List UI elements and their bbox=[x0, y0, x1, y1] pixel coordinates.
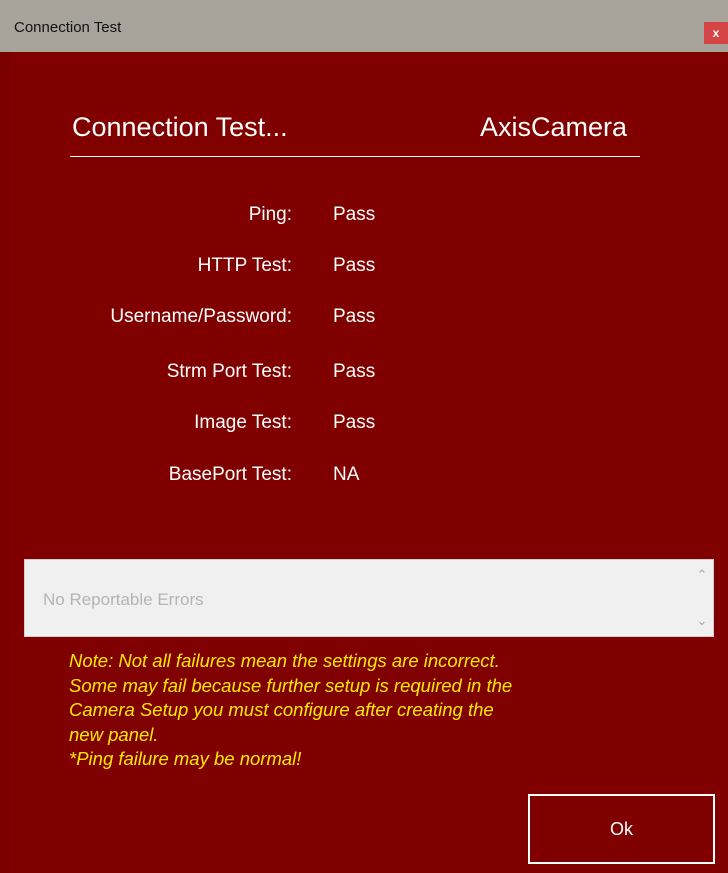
test-label-image: Image Test: bbox=[194, 412, 292, 433]
test-label-credentials: Username/Password: bbox=[110, 306, 292, 327]
test-label-ping: Ping: bbox=[248, 204, 292, 225]
dialog-body: Connection Test... AxisCamera Ping: Pass… bbox=[10, 52, 728, 873]
test-result-http: Pass bbox=[333, 255, 376, 276]
header-title: Connection Test... bbox=[72, 112, 288, 142]
error-message: No Reportable Errors bbox=[43, 590, 204, 609]
note-line: Camera Setup you must configure after cr… bbox=[69, 699, 494, 720]
ok-button[interactable]: Ok bbox=[528, 794, 715, 864]
note-line: Note: Not all failures mean the settings… bbox=[69, 650, 500, 671]
test-label-stream-port: Strm Port Test: bbox=[166, 361, 292, 382]
test-label-baseport: BasePort Test: bbox=[168, 464, 292, 485]
error-text-area[interactable]: No Reportable Errors ⌃ ⌄ bbox=[24, 559, 714, 637]
close-button[interactable]: x bbox=[704, 22, 728, 44]
note-line: Some may fail because further setup is r… bbox=[69, 674, 513, 696]
test-result-ping: Pass bbox=[333, 204, 376, 225]
test-label-http: HTTP Test: bbox=[197, 255, 292, 276]
test-result-baseport: NA bbox=[333, 464, 360, 485]
test-result-image: Pass bbox=[333, 412, 376, 433]
note-text: Note: Not all failures mean the settings… bbox=[69, 649, 629, 772]
scroll-up-icon[interactable]: ⌃ bbox=[695, 568, 709, 582]
note-line: new panel. bbox=[69, 723, 159, 745]
note-line: *Ping failure may be normal! bbox=[69, 748, 302, 769]
scroll-down-icon[interactable]: ⌄ bbox=[695, 614, 709, 628]
device-name: AxisCamera bbox=[480, 112, 628, 142]
window-title: Connection Test bbox=[14, 19, 122, 36]
header-divider bbox=[70, 156, 640, 157]
test-result-stream-port: Pass bbox=[333, 361, 376, 382]
title-bar: Connection Test x bbox=[0, 0, 728, 52]
test-result-credentials: Pass bbox=[333, 306, 376, 327]
